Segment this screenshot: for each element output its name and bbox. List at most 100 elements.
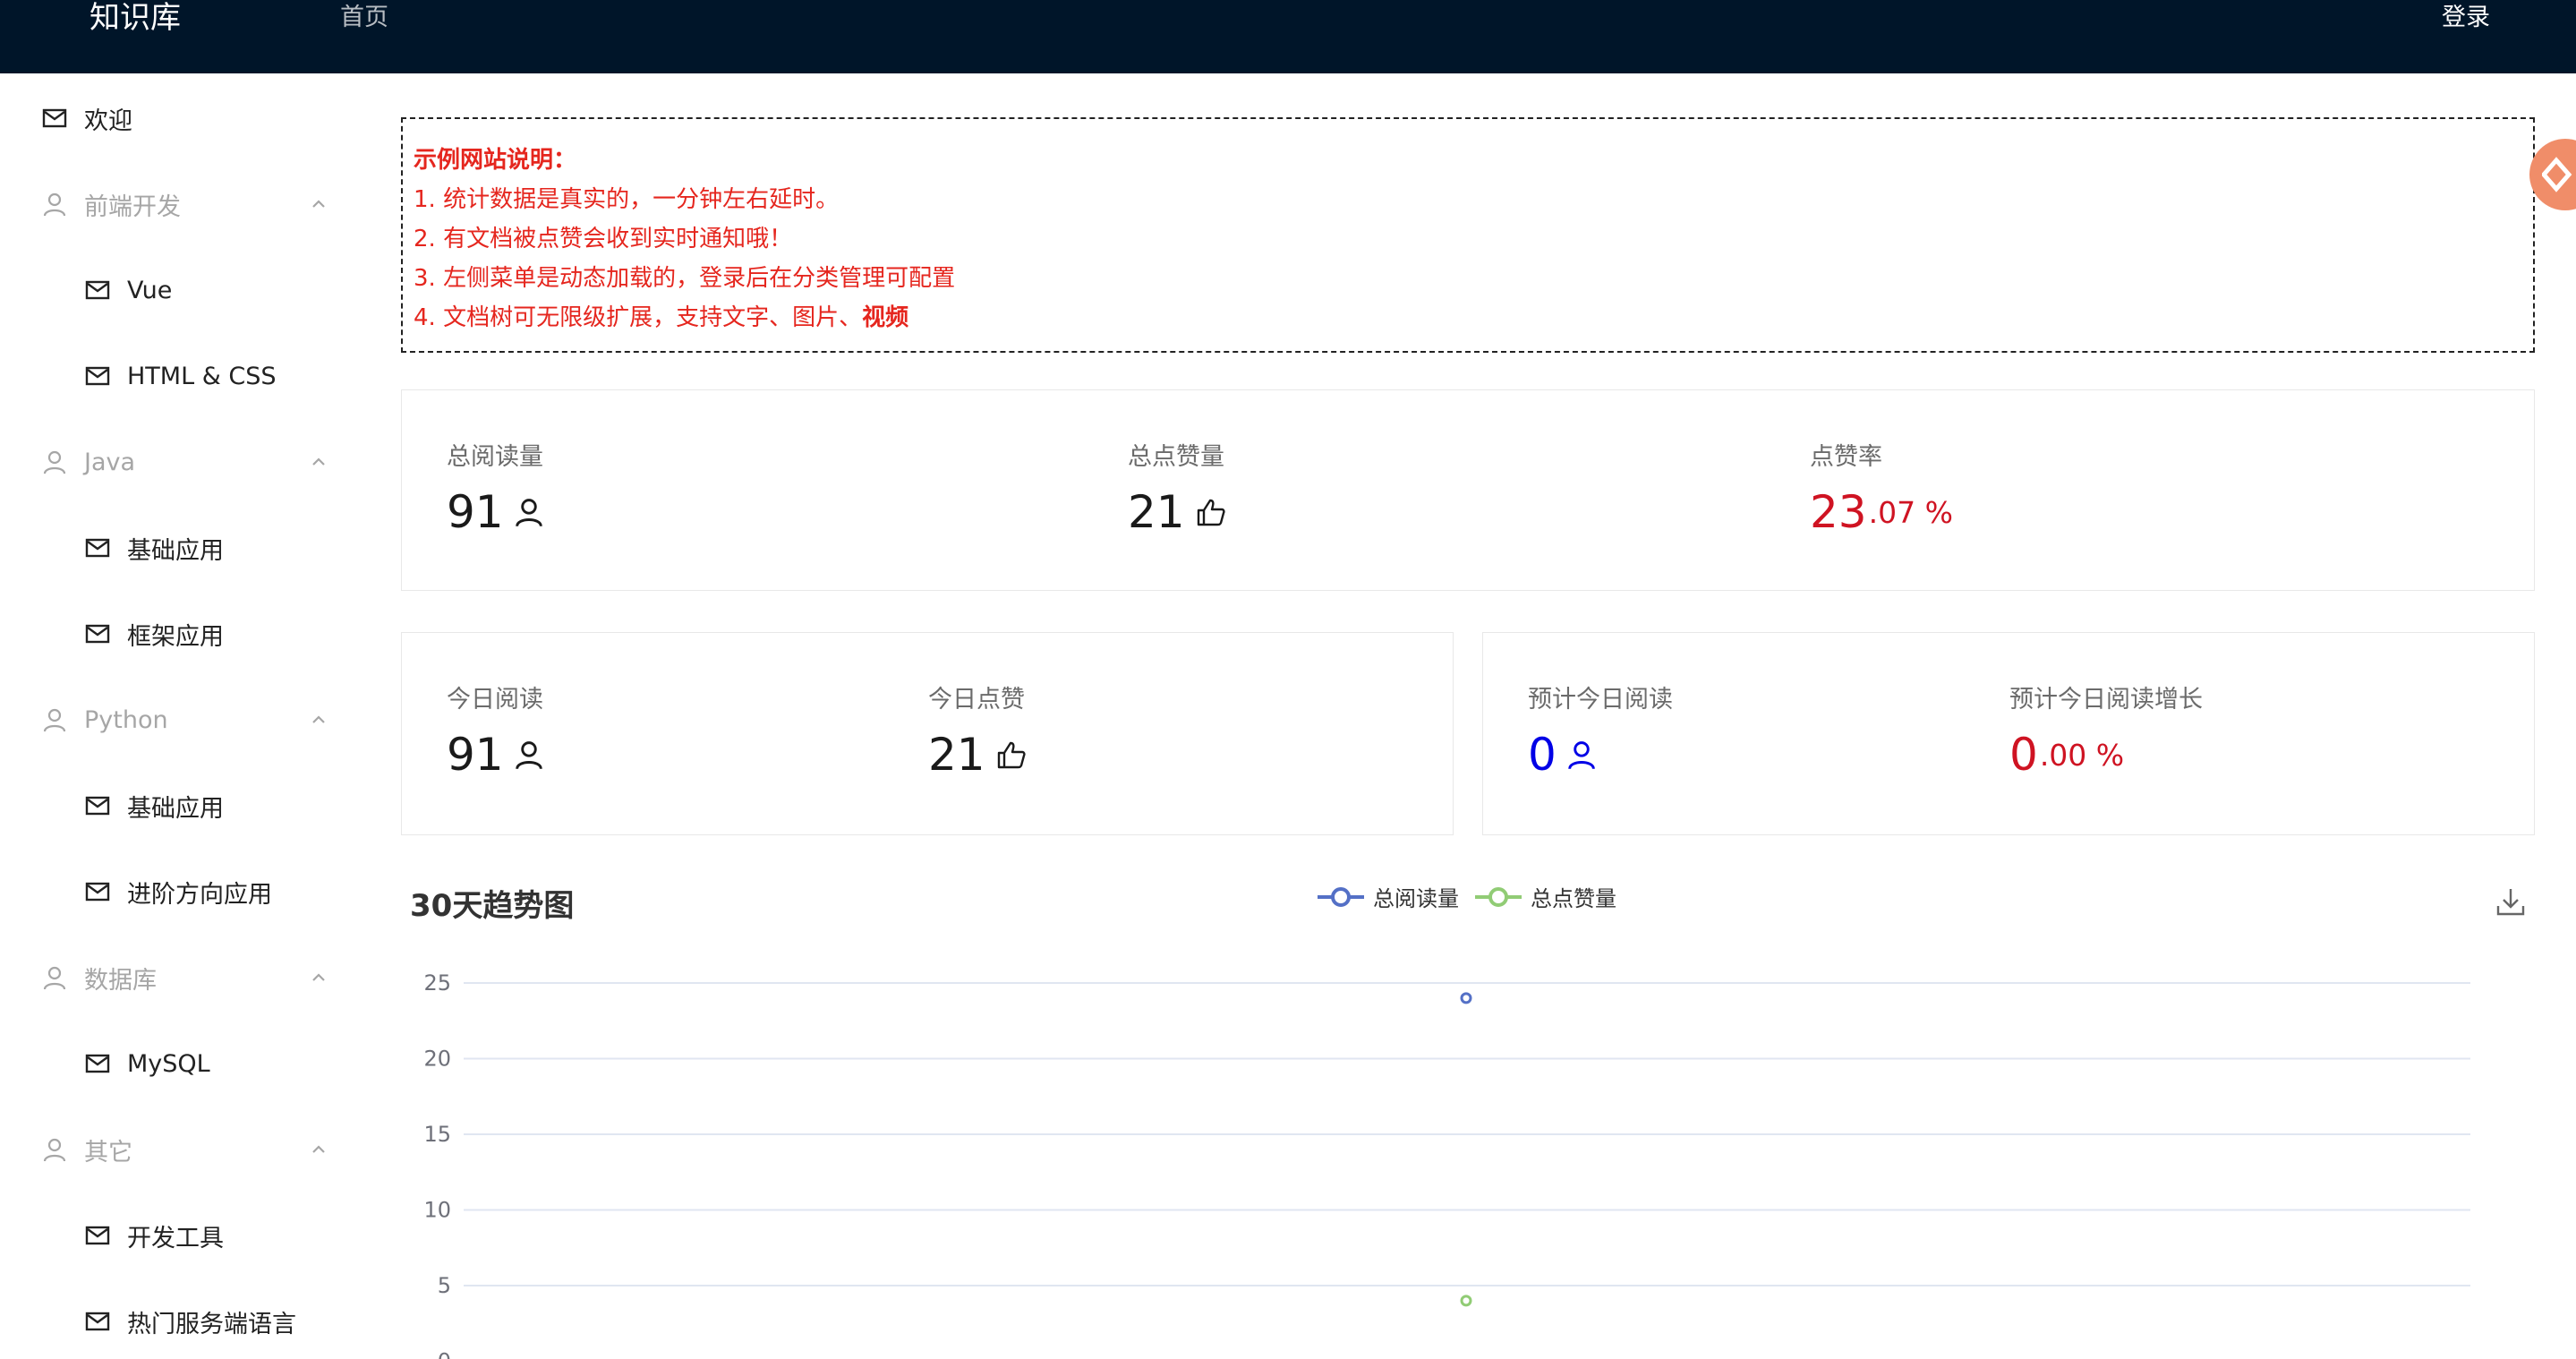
user-icon (515, 497, 545, 527)
stat-label: 今日阅读 (447, 686, 543, 714)
mail-icon (84, 277, 111, 303)
y-tick-label: 20 (423, 1047, 451, 1072)
sidebar-group-java[interactable]: Java (0, 426, 351, 498)
mail-icon (84, 1050, 111, 1077)
sidebar-item-html-css[interactable]: HTML & CSS (0, 340, 351, 412)
sidebar-item-java-basic[interactable]: 基础应用 (0, 512, 351, 584)
sidebar-group-database[interactable]: 数据库 (0, 942, 351, 1013)
legend-item-views[interactable]: 总阅读量 (1318, 881, 1459, 912)
stat-value: 23 (1810, 486, 1867, 538)
thumbs-up-icon (1196, 497, 1226, 527)
stat-today-views: 今日阅读 91 (447, 680, 545, 781)
stat-label: 总阅读量 (447, 443, 543, 471)
sidebar-item-label: 框架应用 (127, 622, 224, 651)
mail-icon (84, 534, 111, 561)
chevron-up-icon (312, 715, 325, 723)
nav-home-link[interactable]: 首页 (340, 0, 388, 36)
site-logo[interactable]: 知识库 (90, 0, 181, 36)
sidebar-item-label: 热门服务端语言 (127, 1310, 296, 1338)
sidebar-item-java-framework[interactable]: 框架应用 (0, 598, 351, 670)
user-icon (41, 964, 68, 991)
sidebar-item-label: HTML & CSS (127, 362, 277, 390)
diamond-icon (2542, 157, 2572, 192)
thumbs-up-icon (996, 739, 1027, 770)
sidebar-group-label: Python (84, 705, 168, 734)
sidebar-item-label: MySQL (127, 1049, 210, 1078)
notice-line-text: 4. 文档树可无限级扩展，支持文字、图片、 (414, 304, 863, 331)
stat-value: 21 (1128, 486, 1185, 538)
sidebar-item-python-basic[interactable]: 基础应用 (0, 770, 351, 842)
legend-label: 总点赞量 (1531, 886, 1616, 911)
y-tick-label: 25 (423, 970, 451, 996)
sidebar-item-python-advanced[interactable]: 进阶方向应用 (0, 856, 351, 927)
sidebar-group-label: Java (84, 448, 136, 476)
forecast-stats-card: 预计今日阅读 0 预计今日阅读增长 0 .00 % (1482, 632, 2535, 835)
chevron-up-icon (312, 1145, 325, 1153)
stat-value: 21 (928, 729, 985, 781)
sidebar-item-label: 欢迎 (84, 107, 132, 135)
user-icon (41, 1136, 68, 1163)
stat-estimated-views: 预计今日阅读 0 (1528, 680, 1673, 781)
legend-line-marker (1318, 886, 1364, 907)
sidebar-item-label: 进阶方向应用 (127, 880, 272, 909)
summary-stats-card: 总阅读量 91 总点赞量 21 点赞率 23 .07 % (401, 389, 2535, 591)
mail-icon (84, 1308, 111, 1335)
mail-icon (84, 1222, 111, 1249)
mail-icon (84, 620, 111, 647)
stat-total-views: 总阅读量 91 (447, 437, 545, 538)
sidebar-group-label: 前端开发 (84, 192, 181, 221)
stat-value: 0 (1528, 729, 1557, 781)
data-point[interactable] (1460, 1295, 1472, 1307)
sidebar-item-label: 开发工具 (127, 1224, 224, 1252)
top-header: 知识库 首页 登录 (0, 0, 2576, 73)
notice-line: 4. 文档树可无限级扩展，支持文字、图片、视频 (414, 298, 2522, 338)
download-icon[interactable] (2495, 886, 2526, 917)
stat-label: 预计今日阅读增长 (2009, 686, 2203, 714)
stat-value: 91 (447, 486, 504, 538)
notice-line: 3. 左侧菜单是动态加载的，登录后在分类管理可配置 (414, 265, 956, 292)
sidebar-item-server-languages[interactable]: 热门服务端语言 (0, 1286, 351, 1357)
legend-item-likes[interactable]: 总点赞量 (1475, 881, 1616, 912)
legend-line-marker (1475, 886, 1522, 907)
sidebar-item-dev-tools[interactable]: 开发工具 (0, 1200, 351, 1271)
stat-total-likes: 总点赞量 21 (1128, 437, 1226, 538)
notice-line: 2. 有文档被点赞会收到实时通知哦！ (414, 226, 793, 252)
sidebar-item-vue[interactable]: Vue (0, 254, 351, 326)
data-point[interactable] (1460, 992, 1472, 1004)
sidebar-item-label: 基础应用 (127, 794, 224, 823)
notice-line-emphasis: 视频 (862, 304, 909, 331)
user-icon (1567, 739, 1598, 770)
chart-title: 30天趋势图 (410, 888, 575, 924)
chevron-up-icon (312, 973, 325, 981)
stat-label: 总点赞量 (1128, 443, 1224, 471)
stat-value-suffix: .07 % (1868, 494, 1953, 530)
notice-title: 示例网站说明： (414, 147, 577, 174)
sidebar-group-python[interactable]: Python (0, 684, 351, 756)
trend-chart: 25 20 15 10 5 0 (423, 970, 2470, 1359)
login-button[interactable]: 登录 (2442, 0, 2490, 36)
stat-like-rate: 点赞率 23 .07 % (1810, 437, 1953, 538)
mail-icon (84, 792, 111, 819)
sidebar-item-welcome[interactable]: 欢迎 (0, 82, 351, 154)
site-notice: 示例网站说明： 1. 统计数据是真实的，一分钟左右延时。 2. 有文档被点赞会收… (401, 117, 2535, 353)
notice-line: 1. 统计数据是真实的，一分钟左右延时。 (414, 186, 840, 213)
stat-today-likes: 今日点赞 21 (928, 680, 1027, 781)
stat-value: 91 (447, 729, 504, 781)
floating-tool-button[interactable] (2529, 139, 2576, 210)
stat-value: 0 (2009, 729, 2038, 781)
user-icon (41, 191, 68, 218)
mail-icon (84, 363, 111, 389)
sidebar-item-label: Vue (127, 276, 173, 304)
sidebar-item-label: 基础应用 (127, 536, 224, 565)
y-tick-label: 10 (423, 1198, 451, 1223)
stat-label: 今日点赞 (928, 686, 1025, 714)
stat-label: 点赞率 (1810, 443, 1882, 471)
sidebar-group-other[interactable]: 其它 (0, 1114, 351, 1185)
y-tick-label: 5 (438, 1273, 451, 1298)
stat-value-suffix: .00 % (2039, 737, 2125, 773)
stat-label: 预计今日阅读 (1528, 686, 1673, 714)
y-tick-label: 15 (423, 1122, 451, 1147)
sidebar-item-mysql[interactable]: MySQL (0, 1028, 351, 1099)
sidebar-group-frontend[interactable]: 前端开发 (0, 168, 351, 240)
sidebar-group-label: 其它 (84, 1138, 132, 1167)
